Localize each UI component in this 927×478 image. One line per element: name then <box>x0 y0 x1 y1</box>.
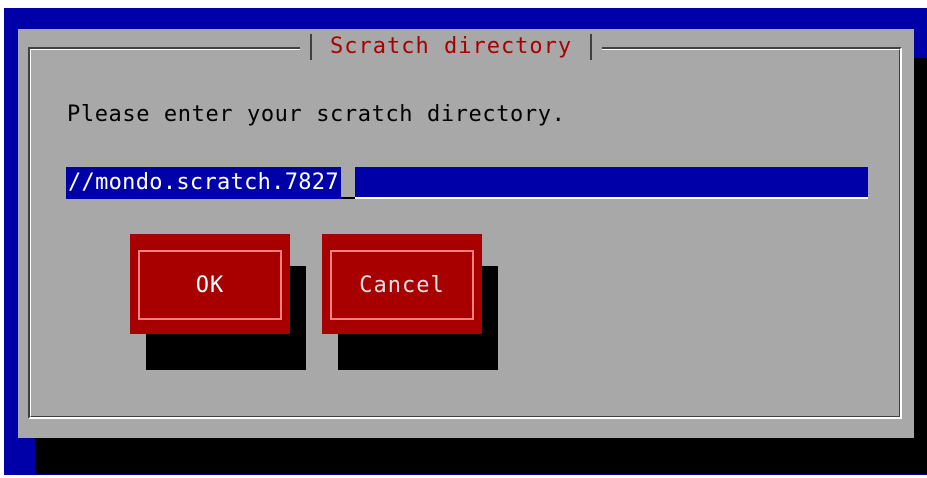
title-right-tick <box>590 34 593 60</box>
cancel-button-group: Cancel <box>322 234 498 370</box>
ok-button[interactable]: OK <box>130 234 290 334</box>
dialog-shadow-right <box>913 58 927 474</box>
dialog-shadow-bottom <box>35 438 927 474</box>
input-empty-area[interactable] <box>354 167 868 199</box>
screen: Scratch directory Please enter your scra… <box>0 0 927 478</box>
ok-button-label[interactable]: OK <box>138 250 282 320</box>
input-value[interactable]: //mondo.scratch.7827 <box>66 167 341 199</box>
scratch-directory-input[interactable]: //mondo.scratch.7827 <box>66 167 868 199</box>
dialog-title-bar: Scratch directory <box>300 32 603 62</box>
cancel-button-label[interactable]: Cancel <box>330 250 474 320</box>
scratch-directory-dialog: Scratch directory Please enter your scra… <box>18 29 914 438</box>
cancel-button[interactable]: Cancel <box>322 234 482 334</box>
dialog-title: Scratch directory <box>330 34 573 59</box>
ok-button-group: OK <box>130 234 306 370</box>
prompt-text: Please enter your scratch directory. <box>67 102 566 127</box>
text-cursor <box>340 167 355 199</box>
